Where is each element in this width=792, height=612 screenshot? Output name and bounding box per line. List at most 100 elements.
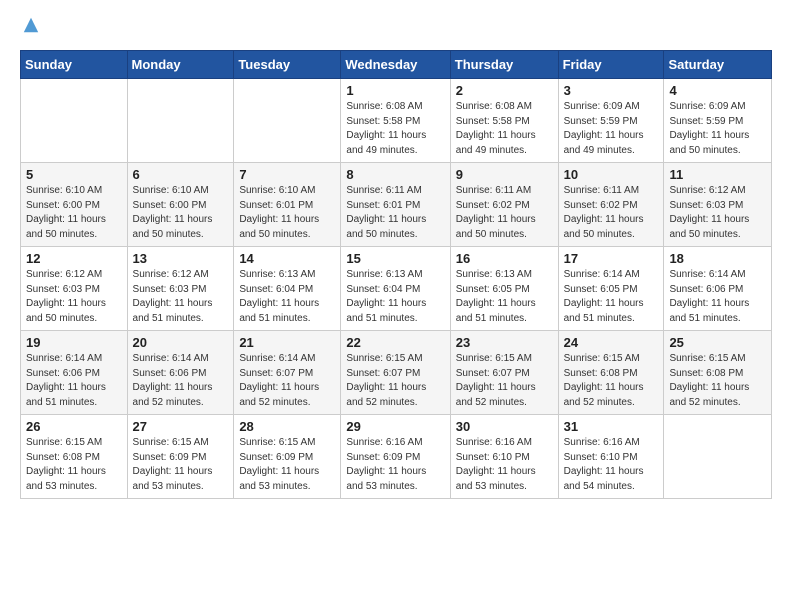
calendar-cell: 22 Sunrise: 6:15 AM Sunset: 6:07 PM Dayli…: [341, 331, 450, 415]
day-info: Sunrise: 6:10 AM Sunset: 6:00 PM Dayligh…: [133, 184, 229, 242]
day-info: Sunrise: 6:08 AM Sunset: 5:58 PM Dayligh…: [346, 100, 444, 158]
calendar-cell: 2Sunrise: 6:08 AM Sunset: 5:58 PM Daylig…: [450, 79, 558, 163]
calendar-cell: 9 Sunrise: 6:11 AM Sunset: 6:02 PM Daylig…: [450, 163, 558, 247]
calendar-cell: 10 Sunrise: 6:11 AM Sunset: 6:02 PM Dayli…: [558, 163, 664, 247]
day-number: 14: [239, 251, 335, 266]
day-info: Sunrise: 6:12 AM Sunset: 6:03 PM Dayligh…: [26, 268, 122, 326]
calendar-cell: 23 Sunrise: 6:15 AM Sunset: 6:07 PM Dayli…: [450, 331, 558, 415]
day-info: Sunrise: 6:14 AM Sunset: 6:07 PM Dayligh…: [239, 352, 335, 410]
day-info: Sunrise: 6:09 AM Sunset: 5:59 PM Dayligh…: [669, 100, 766, 158]
calendar-cell: 26 Sunrise: 6:15 AM Sunset: 6:08 PM Dayli…: [21, 415, 128, 499]
day-number: 29: [346, 419, 444, 434]
calendar-cell: 8Sunrise: 6:11 AM Sunset: 6:01 PM Daylig…: [341, 163, 450, 247]
day-number: 25: [669, 335, 766, 350]
day-number: 7: [239, 167, 335, 182]
weekday-wednesday: Wednesday: [341, 51, 450, 79]
week-row-4: 26 Sunrise: 6:15 AM Sunset: 6:08 PM Dayli…: [21, 415, 772, 499]
weekday-header-row: SundayMondayTuesdayWednesdayThursdayFrid…: [21, 51, 772, 79]
calendar-cell: 31Sunrise: 6:16 AM Sunset: 6:10 PM Dayli…: [558, 415, 664, 499]
day-info: Sunrise: 6:10 AM Sunset: 6:00 PM Dayligh…: [26, 184, 122, 242]
calendar-cell: 14 Sunrise: 6:13 AM Sunset: 6:04 PM Dayli…: [234, 247, 341, 331]
calendar-cell: 21Sunrise: 6:14 AM Sunset: 6:07 PM Dayli…: [234, 331, 341, 415]
day-info: Sunrise: 6:12 AM Sunset: 6:03 PM Dayligh…: [669, 184, 766, 242]
day-number: 3: [564, 83, 659, 98]
calendar-table: SundayMondayTuesdayWednesdayThursdayFrid…: [20, 50, 772, 499]
day-info: Sunrise: 6:09 AM Sunset: 5:59 PM Dayligh…: [564, 100, 659, 158]
day-info: Sunrise: 6:12 AM Sunset: 6:03 PM Dayligh…: [133, 268, 229, 326]
calendar-cell: 7Sunrise: 6:10 AM Sunset: 6:01 PM Daylig…: [234, 163, 341, 247]
day-info: Sunrise: 6:14 AM Sunset: 6:06 PM Dayligh…: [133, 352, 229, 410]
day-info: Sunrise: 6:08 AM Sunset: 5:58 PM Dayligh…: [456, 100, 553, 158]
day-number: 24: [564, 335, 659, 350]
day-number: 9: [456, 167, 553, 182]
day-info: Sunrise: 6:11 AM Sunset: 6:01 PM Dayligh…: [346, 184, 444, 242]
day-info: Sunrise: 6:16 AM Sunset: 6:10 PM Dayligh…: [564, 436, 659, 494]
page: SundayMondayTuesdayWednesdayThursdayFrid…: [0, 0, 792, 519]
day-number: 20: [133, 335, 229, 350]
calendar-cell: 4 Sunrise: 6:09 AM Sunset: 5:59 PM Daylig…: [664, 79, 772, 163]
day-info: Sunrise: 6:14 AM Sunset: 6:05 PM Dayligh…: [564, 268, 659, 326]
calendar-cell: 3 Sunrise: 6:09 AM Sunset: 5:59 PM Daylig…: [558, 79, 664, 163]
day-number: 17: [564, 251, 659, 266]
day-info: Sunrise: 6:15 AM Sunset: 6:09 PM Dayligh…: [239, 436, 335, 494]
day-number: 23: [456, 335, 553, 350]
calendar-cell: 12 Sunrise: 6:12 AM Sunset: 6:03 PM Dayli…: [21, 247, 128, 331]
day-number: 5: [26, 167, 122, 182]
calendar-cell: [127, 79, 234, 163]
calendar-cell: 27 Sunrise: 6:15 AM Sunset: 6:09 PM Dayli…: [127, 415, 234, 499]
weekday-sunday: Sunday: [21, 51, 128, 79]
calendar-cell: 28 Sunrise: 6:15 AM Sunset: 6:09 PM Dayli…: [234, 415, 341, 499]
calendar-cell: 11Sunrise: 6:12 AM Sunset: 6:03 PM Dayli…: [664, 163, 772, 247]
day-number: 6: [133, 167, 229, 182]
day-info: Sunrise: 6:15 AM Sunset: 6:07 PM Dayligh…: [456, 352, 553, 410]
day-number: 27: [133, 419, 229, 434]
calendar-cell: [234, 79, 341, 163]
week-row-2: 12 Sunrise: 6:12 AM Sunset: 6:03 PM Dayli…: [21, 247, 772, 331]
day-info: Sunrise: 6:13 AM Sunset: 6:05 PM Dayligh…: [456, 268, 553, 326]
calendar-cell: 19Sunrise: 6:14 AM Sunset: 6:06 PM Dayli…: [21, 331, 128, 415]
calendar-cell: 29Sunrise: 6:16 AM Sunset: 6:09 PM Dayli…: [341, 415, 450, 499]
weekday-saturday: Saturday: [664, 51, 772, 79]
calendar-cell: 6 Sunrise: 6:10 AM Sunset: 6:00 PM Daylig…: [127, 163, 234, 247]
day-info: Sunrise: 6:14 AM Sunset: 6:06 PM Dayligh…: [669, 268, 766, 326]
day-number: 4: [669, 83, 766, 98]
week-row-0: 1 Sunrise: 6:08 AM Sunset: 5:58 PM Daylig…: [21, 79, 772, 163]
logo-icon: [22, 16, 40, 34]
weekday-thursday: Thursday: [450, 51, 558, 79]
day-number: 22: [346, 335, 444, 350]
day-info: Sunrise: 6:15 AM Sunset: 6:08 PM Dayligh…: [26, 436, 122, 494]
calendar-cell: 18 Sunrise: 6:14 AM Sunset: 6:06 PM Dayli…: [664, 247, 772, 331]
day-number: 15: [346, 251, 444, 266]
day-info: Sunrise: 6:16 AM Sunset: 6:10 PM Dayligh…: [456, 436, 553, 494]
calendar-cell: 30 Sunrise: 6:16 AM Sunset: 6:10 PM Dayli…: [450, 415, 558, 499]
weekday-monday: Monday: [127, 51, 234, 79]
day-number: 26: [26, 419, 122, 434]
day-number: 18: [669, 251, 766, 266]
day-number: 12: [26, 251, 122, 266]
calendar-cell: 25 Sunrise: 6:15 AM Sunset: 6:08 PM Dayli…: [664, 331, 772, 415]
day-info: Sunrise: 6:15 AM Sunset: 6:08 PM Dayligh…: [669, 352, 766, 410]
calendar-cell: [664, 415, 772, 499]
day-number: 1: [346, 83, 444, 98]
calendar-cell: 1 Sunrise: 6:08 AM Sunset: 5:58 PM Daylig…: [341, 79, 450, 163]
day-info: Sunrise: 6:15 AM Sunset: 6:09 PM Dayligh…: [133, 436, 229, 494]
calendar-cell: [21, 79, 128, 163]
day-number: 10: [564, 167, 659, 182]
day-info: Sunrise: 6:15 AM Sunset: 6:08 PM Dayligh…: [564, 352, 659, 410]
calendar-cell: 16 Sunrise: 6:13 AM Sunset: 6:05 PM Dayli…: [450, 247, 558, 331]
day-number: 28: [239, 419, 335, 434]
day-number: 30: [456, 419, 553, 434]
day-number: 13: [133, 251, 229, 266]
day-info: Sunrise: 6:11 AM Sunset: 6:02 PM Dayligh…: [564, 184, 659, 242]
calendar-cell: 5 Sunrise: 6:10 AM Sunset: 6:00 PM Daylig…: [21, 163, 128, 247]
day-info: Sunrise: 6:15 AM Sunset: 6:07 PM Dayligh…: [346, 352, 444, 410]
calendar-cell: 15Sunrise: 6:13 AM Sunset: 6:04 PM Dayli…: [341, 247, 450, 331]
day-info: Sunrise: 6:13 AM Sunset: 6:04 PM Dayligh…: [239, 268, 335, 326]
calendar-cell: 20 Sunrise: 6:14 AM Sunset: 6:06 PM Dayli…: [127, 331, 234, 415]
day-info: Sunrise: 6:11 AM Sunset: 6:02 PM Dayligh…: [456, 184, 553, 242]
header: [20, 20, 772, 34]
week-row-1: 5 Sunrise: 6:10 AM Sunset: 6:00 PM Daylig…: [21, 163, 772, 247]
calendar-cell: 24 Sunrise: 6:15 AM Sunset: 6:08 PM Dayli…: [558, 331, 664, 415]
day-number: 19: [26, 335, 122, 350]
day-number: 16: [456, 251, 553, 266]
